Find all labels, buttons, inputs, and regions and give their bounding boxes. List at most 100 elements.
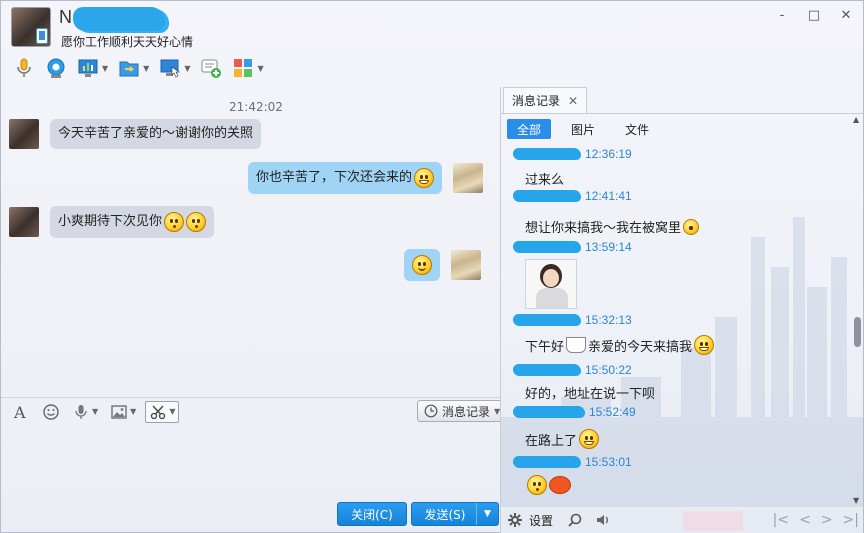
log-message-text: 过来么 <box>525 173 565 188</box>
last-page-icon[interactable]: >| <box>843 512 859 528</box>
log-image-message[interactable] <box>525 259 577 309</box>
redaction-scribble <box>513 190 581 202</box>
egg-emoji-icon <box>549 476 571 494</box>
create-group-button[interactable] <box>196 55 226 81</box>
emoji-button[interactable] <box>39 401 63 423</box>
close-button[interactable]: 关闭(C) <box>337 502 407 526</box>
avatar[interactable] <box>9 207 39 237</box>
video-call-button[interactable] <box>41 55 71 81</box>
message-bubble[interactable]: 小爽期待下次见你 <box>50 206 215 238</box>
log-message-text: 想让你来搞我～我在被窝里 <box>525 221 682 236</box>
file-transfer-button[interactable]: ▼ <box>114 55 153 81</box>
screen-share-button[interactable]: ▼ <box>73 55 112 81</box>
avatar[interactable] <box>9 119 39 149</box>
chat-window: N 愿你工作顺利天天好心情 - □ ✕ ▼ ▼ ▼ ▼ 21:42:02 今天辛… <box>0 0 864 533</box>
maximize-button[interactable]: □ <box>807 9 821 23</box>
remote-desktop-button[interactable]: ▼ <box>155 55 194 81</box>
history-scrollbar[interactable]: ▲ ▼ <box>851 115 863 505</box>
scroll-up-arrow[interactable]: ▲ <box>853 115 859 124</box>
log-entry-header: 13:59:14 <box>513 240 632 254</box>
svg-text:A: A <box>13 403 26 421</box>
log-message: 下午好 亲爱的今天来搞我 <box>525 335 715 355</box>
log-message: 过来么 <box>525 169 564 188</box>
screenshot-scissors-icon <box>151 405 166 419</box>
photo-thumbnail[interactable] <box>525 259 577 309</box>
message-text: 小爽期待下次见你 <box>58 214 163 229</box>
next-page-icon[interactable]: > <box>821 512 833 528</box>
log-time: 12:36:19 <box>585 147 632 161</box>
log-message: 想让你来搞我～我在被窝里 <box>525 217 700 236</box>
message-text: 今天辛苦了亲爱的～谢谢你的关照 <box>58 126 254 141</box>
minimize-button[interactable]: - <box>775 9 789 23</box>
avatar[interactable] <box>451 250 481 280</box>
ad-placeholder <box>683 511 743 531</box>
filter-files[interactable]: 文件 <box>615 119 659 139</box>
redaction-scribble <box>513 364 581 376</box>
gear-icon[interactable] <box>507 512 523 528</box>
send-options-dropdown[interactable]: ▼ <box>476 503 498 525</box>
history-panel: 消息记录 ✕ 全部 图片 文件 12:36:19 过来么 12:41:41 想让… <box>501 87 863 533</box>
divider <box>501 113 863 114</box>
redaction-scribble <box>513 406 585 418</box>
history-filter-tabs: 全部 图片 文件 <box>507 119 659 139</box>
close-icon[interactable]: ✕ <box>568 94 578 108</box>
redaction-scribble <box>73 7 165 31</box>
message-input[interactable] <box>1 425 500 497</box>
contact-status-message: 愿你工作顺利天天好心情 <box>61 35 194 49</box>
history-pager: |< < > >| <box>773 512 859 528</box>
redaction-scribble <box>513 314 581 326</box>
chevron-down-icon: ▼ <box>143 63 150 73</box>
log-time: 12:41:41 <box>585 189 632 203</box>
history-tab-label: 消息记录 <box>512 94 561 108</box>
scroll-thumb[interactable] <box>854 317 861 347</box>
message-row-incoming: 小爽期待下次见你 <box>9 206 215 238</box>
speaker-icon[interactable] <box>595 512 611 528</box>
search-icon[interactable] <box>567 512 583 528</box>
close-window-button[interactable]: ✕ <box>839 9 853 23</box>
image-button[interactable]: ▼ <box>107 401 139 423</box>
microphone-icon <box>17 58 31 77</box>
chevron-down-icon: ▼ <box>169 407 176 416</box>
send-button[interactable]: 发送(S) ▼ <box>411 502 499 526</box>
contact-avatar[interactable] <box>11 7 51 47</box>
message-row-outgoing <box>404 249 481 281</box>
log-message <box>527 475 571 495</box>
remote-desktop-icon <box>160 59 181 78</box>
chevron-down-icon: ▼ <box>92 407 99 416</box>
message-timestamp: 21:42:02 <box>229 100 283 114</box>
chevron-down-icon: ▼ <box>184 63 191 73</box>
scroll-down-arrow[interactable]: ▼ <box>853 496 859 505</box>
create-group-icon <box>201 59 222 78</box>
contact-name[interactable]: N <box>59 7 72 28</box>
mobile-online-icon <box>36 28 48 44</box>
file-transfer-icon <box>119 61 139 77</box>
message-text: 你也辛苦了，下次还会来的 <box>256 170 413 185</box>
message-history-button[interactable]: 消息记录 ▼ <box>417 400 508 422</box>
voice-call-button[interactable] <box>9 55 39 81</box>
filter-images[interactable]: 图片 <box>561 119 605 139</box>
log-time: 15:52:49 <box>589 405 636 419</box>
log-message-text: 亲爱的今天来搞我 <box>588 339 693 355</box>
message-bubble[interactable] <box>404 249 440 281</box>
message-bubble[interactable]: 你也辛苦了，下次还会来的 <box>248 162 443 194</box>
message-row-outgoing: 你也辛苦了，下次还会来的 <box>248 162 484 194</box>
voice-message-icon <box>75 404 87 419</box>
video-camera-icon <box>47 58 65 78</box>
message-list[interactable]: 21:42:02 今天辛苦了亲爱的～谢谢你的关照 你也辛苦了，下次还会来的 小爽… <box>1 87 500 397</box>
first-page-icon[interactable]: |< <box>773 512 789 528</box>
message-bubble[interactable]: 今天辛苦了亲爱的～谢谢你的关照 <box>50 119 262 149</box>
apps-button[interactable]: ▼ <box>228 55 267 81</box>
avatar[interactable] <box>453 163 484 193</box>
window-controls: - □ ✕ <box>775 9 853 23</box>
settings-label[interactable]: 设置 <box>529 512 553 529</box>
log-entry-header: 15:50:22 <box>513 363 632 377</box>
previous-page-icon[interactable]: < <box>799 512 811 528</box>
log-message-text: 好的，地址在说一下呗 <box>525 387 656 402</box>
screenshot-button[interactable]: ▼ <box>145 400 180 423</box>
redaction-scribble <box>513 456 581 468</box>
history-tab[interactable]: 消息记录 ✕ <box>503 87 588 113</box>
filter-all[interactable]: 全部 <box>507 119 552 139</box>
voice-message-button[interactable]: ▼ <box>69 401 101 423</box>
grin-emoji-icon <box>414 168 435 188</box>
font-button[interactable]: A <box>9 401 33 423</box>
